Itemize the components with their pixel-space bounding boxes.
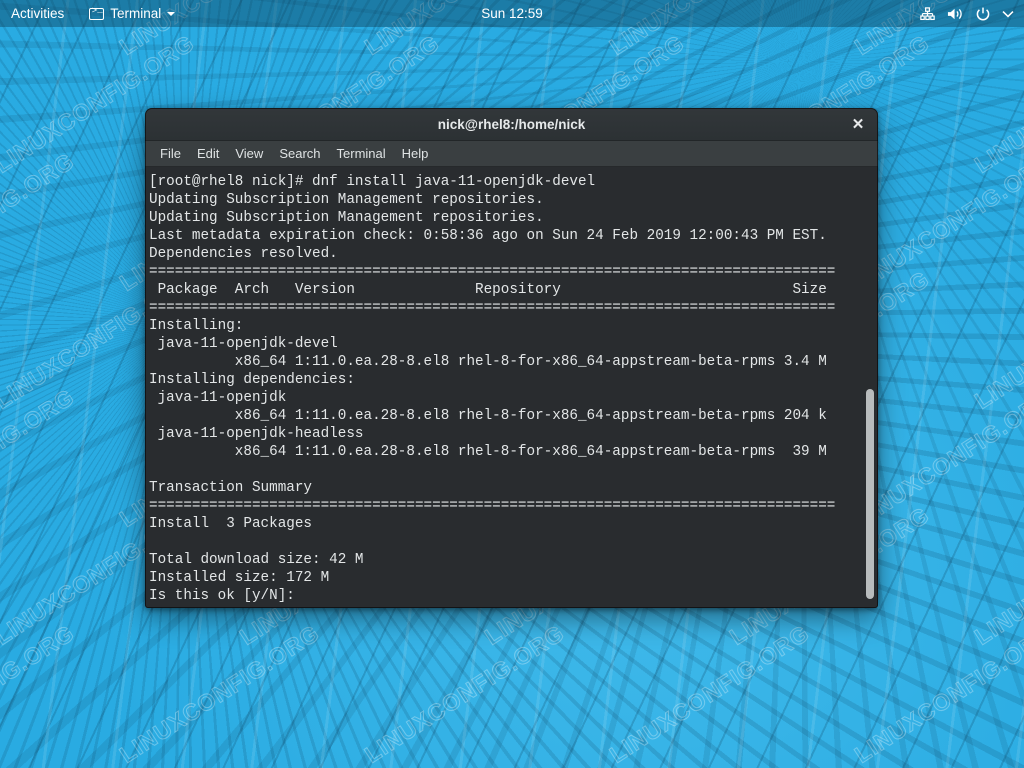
terminal-line: ========================================… [149, 264, 836, 280]
terminal-line: java-11-openjdk-headless [149, 426, 364, 442]
terminal-line: [root@rhel8 nick]# dnf install java-11-o… [149, 174, 596, 190]
terminal-line: java-11-openjdk [149, 390, 287, 406]
watermark-text: LINUXCONFIG.ORG [0, 147, 79, 296]
terminal-line: x86_64 1:11.0.ea.28-8.el8 rhel-8-for-x86… [149, 408, 827, 424]
terminal-output-area[interactable]: [root@rhel8 nick]# dnf install java-11-o… [145, 167, 878, 608]
menu-item-help[interactable]: Help [394, 143, 437, 164]
terminal-line: Updating Subscription Management reposit… [149, 192, 544, 208]
power-icon [976, 7, 990, 21]
terminal-scrollbar[interactable] [864, 167, 876, 608]
terminal-icon [89, 5, 105, 20]
terminal-line: Last metadata expiration check: 0:58:36 … [149, 228, 827, 244]
network-icon [920, 6, 935, 21]
app-menu-terminal[interactable]: Terminal [80, 0, 184, 27]
watermark-text: LINUXCONFIG.ORG [849, 619, 1024, 768]
terminal-line: x86_64 1:11.0.ea.28-8.el8 rhel-8-for-x86… [149, 444, 827, 460]
terminal-text: [root@rhel8 nick]# dnf install java-11-o… [145, 173, 878, 605]
gnome-top-bar: Activities Terminal Sun 12:59 [0, 0, 1024, 27]
terminal-line: Installed size: 172 M [149, 570, 330, 586]
terminal-line: ========================================… [149, 300, 836, 316]
terminal-line: Install 3 Packages [149, 516, 313, 532]
menu-item-file[interactable]: File [152, 143, 189, 164]
close-icon[interactable]: ✕ [846, 112, 870, 136]
menu-item-terminal[interactable]: Terminal [329, 143, 394, 164]
chevron-down-icon [1002, 10, 1014, 18]
watermark-text: LINUXCONFIG.ORG [0, 383, 79, 532]
terminal-line: Transaction Summary [149, 480, 313, 496]
activities-button[interactable]: Activities [0, 0, 74, 27]
watermark-text: LINUXCONFIG.ORG [969, 501, 1024, 650]
terminal-window[interactable]: nick@rhel8:/home/nick ✕ File Edit View Sear… [145, 108, 878, 608]
watermark-text: LINUXCONFIG.ORG [114, 619, 324, 768]
watermark-text: LINUXCONFIG.ORG [969, 265, 1024, 414]
window-title-bar[interactable]: nick@rhel8:/home/nick ✕ [145, 108, 878, 141]
terminal-line: Total download size: 42 M [149, 552, 364, 568]
terminal-line: Updating Subscription Management reposit… [149, 210, 544, 226]
menu-item-view[interactable]: View [227, 143, 271, 164]
menu-item-search[interactable]: Search [271, 143, 328, 164]
terminal-line: Dependencies resolved. [149, 246, 338, 262]
top-bar-left: Activities Terminal [0, 0, 184, 27]
volume-icon [947, 7, 964, 21]
desktop: LINUXCONFIG.ORG LINUXCONFIG.ORG LINUXCONFI… [0, 0, 1024, 768]
terminal-line: Installing: [149, 318, 244, 334]
terminal-line: java-11-openjdk-devel [149, 336, 338, 352]
terminal-line: x86_64 1:11.0.ea.28-8.el8 rhel-8-for-x86… [149, 354, 827, 370]
watermark-text: LINUXCONFIG.ORG [969, 29, 1024, 178]
watermark-text: LINUXCONFIG.ORG [359, 619, 569, 768]
watermark-text: LINUXCONFIG.ORG [604, 619, 814, 768]
app-menu-label: Terminal [110, 6, 162, 21]
chevron-down-icon [167, 11, 176, 16]
menu-bar[interactable]: File Edit View Search Terminal Help [145, 141, 878, 167]
scrollbar-thumb[interactable] [866, 389, 874, 599]
terminal-line: ========================================… [149, 498, 836, 514]
watermark-text: LINUXCONFIG.ORG [0, 619, 79, 768]
menu-item-edit[interactable]: Edit [189, 143, 227, 164]
terminal-line: Package Arch Version Repository Size [149, 282, 827, 298]
terminal-line: Is this ok [y/N]: [149, 588, 295, 604]
terminal-line: Installing dependencies: [149, 372, 355, 388]
window-title: nick@rhel8:/home/nick [437, 116, 586, 132]
system-status-area[interactable] [920, 0, 1024, 27]
